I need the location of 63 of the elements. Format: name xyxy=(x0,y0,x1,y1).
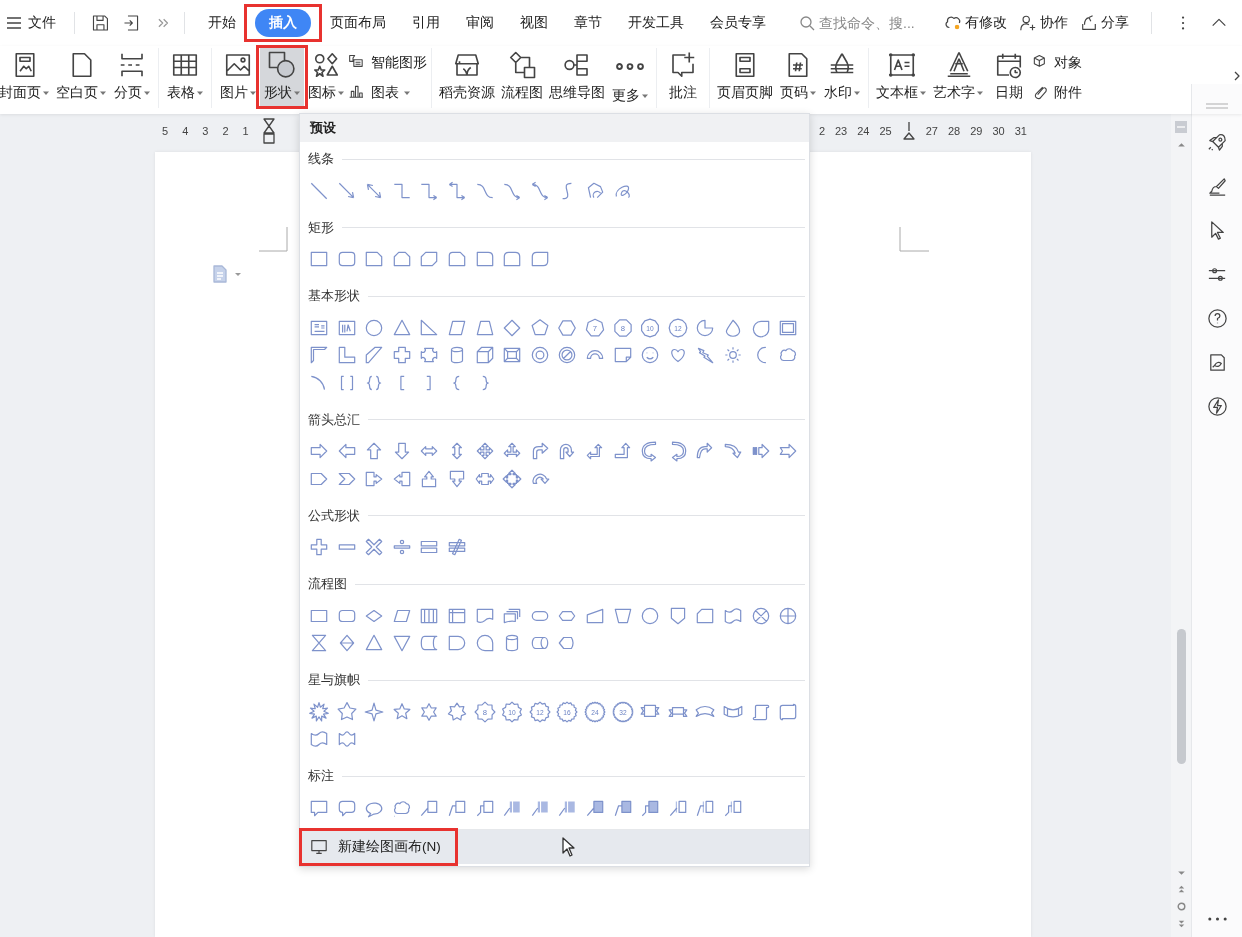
ribbon-button[interactable]: 稻壳资源 xyxy=(436,48,498,106)
ruler-number: 27 xyxy=(925,125,938,137)
ruler-number: 2 xyxy=(818,125,825,137)
ribbon-button[interactable]: 空白页 xyxy=(53,48,110,106)
ruler-number: 30 xyxy=(992,125,1005,137)
ribbon-button[interactable]: 页眉页脚 xyxy=(714,48,776,106)
eight-point-star-icon[interactable]: 8 xyxy=(473,700,496,723)
ribbon-button[interactable]: 更多 xyxy=(608,48,652,106)
section-title: 星与旗帜 xyxy=(308,671,360,689)
ruler-number: 5 xyxy=(162,125,169,137)
ribbon-button[interactable]: 流程图 xyxy=(498,48,546,106)
new-canvas-button[interactable]: 新建绘图画布(N) xyxy=(304,833,453,861)
ribbon-tab[interactable]: 插入 xyxy=(255,9,311,37)
ruler-number: 24 xyxy=(857,125,870,137)
ribbon-tab[interactable]: 开始 xyxy=(196,9,248,37)
file-menu[interactable]: 文件 xyxy=(6,14,64,32)
ribbon-button[interactable]: 图表 xyxy=(348,81,427,105)
ruler-number: 4 xyxy=(182,125,189,137)
ribbon-button[interactable]: 思维导图 xyxy=(546,48,608,106)
ruler-number: 23 xyxy=(835,125,848,137)
section-title: 公式形状 xyxy=(308,506,360,525)
ribbon-button[interactable]: 批注 xyxy=(661,48,705,106)
ribbon-tab[interactable]: 引用 xyxy=(400,9,452,37)
ribbon-button[interactable]: 图标 xyxy=(304,48,348,106)
ribbon-button[interactable]: 封面页 xyxy=(0,48,53,106)
search-field[interactable]: 查找命令、搜... xyxy=(799,15,944,31)
toolbar-action[interactable]: 有修改 xyxy=(944,14,1007,32)
ribbon-button[interactable]: 艺术字 xyxy=(930,48,987,106)
toolbar-action[interactable]: 协作 xyxy=(1019,14,1068,32)
ribbon-button[interactable]: 水印 xyxy=(820,48,864,106)
ribbon-button[interactable]: 对象 xyxy=(1031,51,1082,75)
ruler-number: 28 xyxy=(948,125,961,137)
ribbon-button[interactable]: 分页 xyxy=(110,48,154,106)
section-title: 矩形 xyxy=(308,218,334,237)
ribbon-button[interactable]: 图片 xyxy=(216,48,260,106)
section-title: 标注 xyxy=(308,767,334,785)
ribbon-tab[interactable]: 会员专享 xyxy=(698,9,778,37)
ruler-number: 29 xyxy=(970,125,983,137)
ruler-number: 3 xyxy=(202,125,209,137)
ribbon-button[interactable]: 表格 xyxy=(163,48,207,106)
ribbon-button[interactable]: 日期 xyxy=(987,48,1031,106)
ruler-number: 2 xyxy=(222,125,229,137)
ribbon-tab[interactable]: 开发工具 xyxy=(616,9,696,37)
heptagon-icon[interactable]: 7 xyxy=(583,316,606,339)
ribbon-button[interactable]: 页码 xyxy=(776,48,820,106)
ruler-number: 25 xyxy=(879,125,892,137)
ribbon-tab[interactable]: 视图 xyxy=(508,9,560,37)
ribbon-button[interactable]: 形状 xyxy=(260,48,304,106)
ribbon-tab[interactable]: 审阅 xyxy=(454,9,506,37)
section-title: 基本形状 xyxy=(308,287,360,305)
section-title: 箭头总汇 xyxy=(308,410,360,429)
dropdown-header: 预设 xyxy=(300,114,809,142)
ruler-number: 31 xyxy=(1014,125,1027,137)
ribbon-button[interactable]: 智能图形 xyxy=(348,51,427,75)
octagon-icon[interactable]: 8 xyxy=(611,316,634,339)
ruler-number: 1 xyxy=(242,125,249,137)
ribbon-tab[interactable]: 章节 xyxy=(562,9,614,37)
ribbon-button[interactable]: 附件 xyxy=(1031,81,1082,105)
ribbon-button[interactable]: 文本框 xyxy=(873,48,930,106)
ribbon-tab[interactable]: 页面布局 xyxy=(318,9,398,37)
section-title: 流程图 xyxy=(308,575,347,593)
toolbar-action[interactable]: 分享 xyxy=(1080,14,1129,32)
section-title: 线条 xyxy=(308,150,334,168)
